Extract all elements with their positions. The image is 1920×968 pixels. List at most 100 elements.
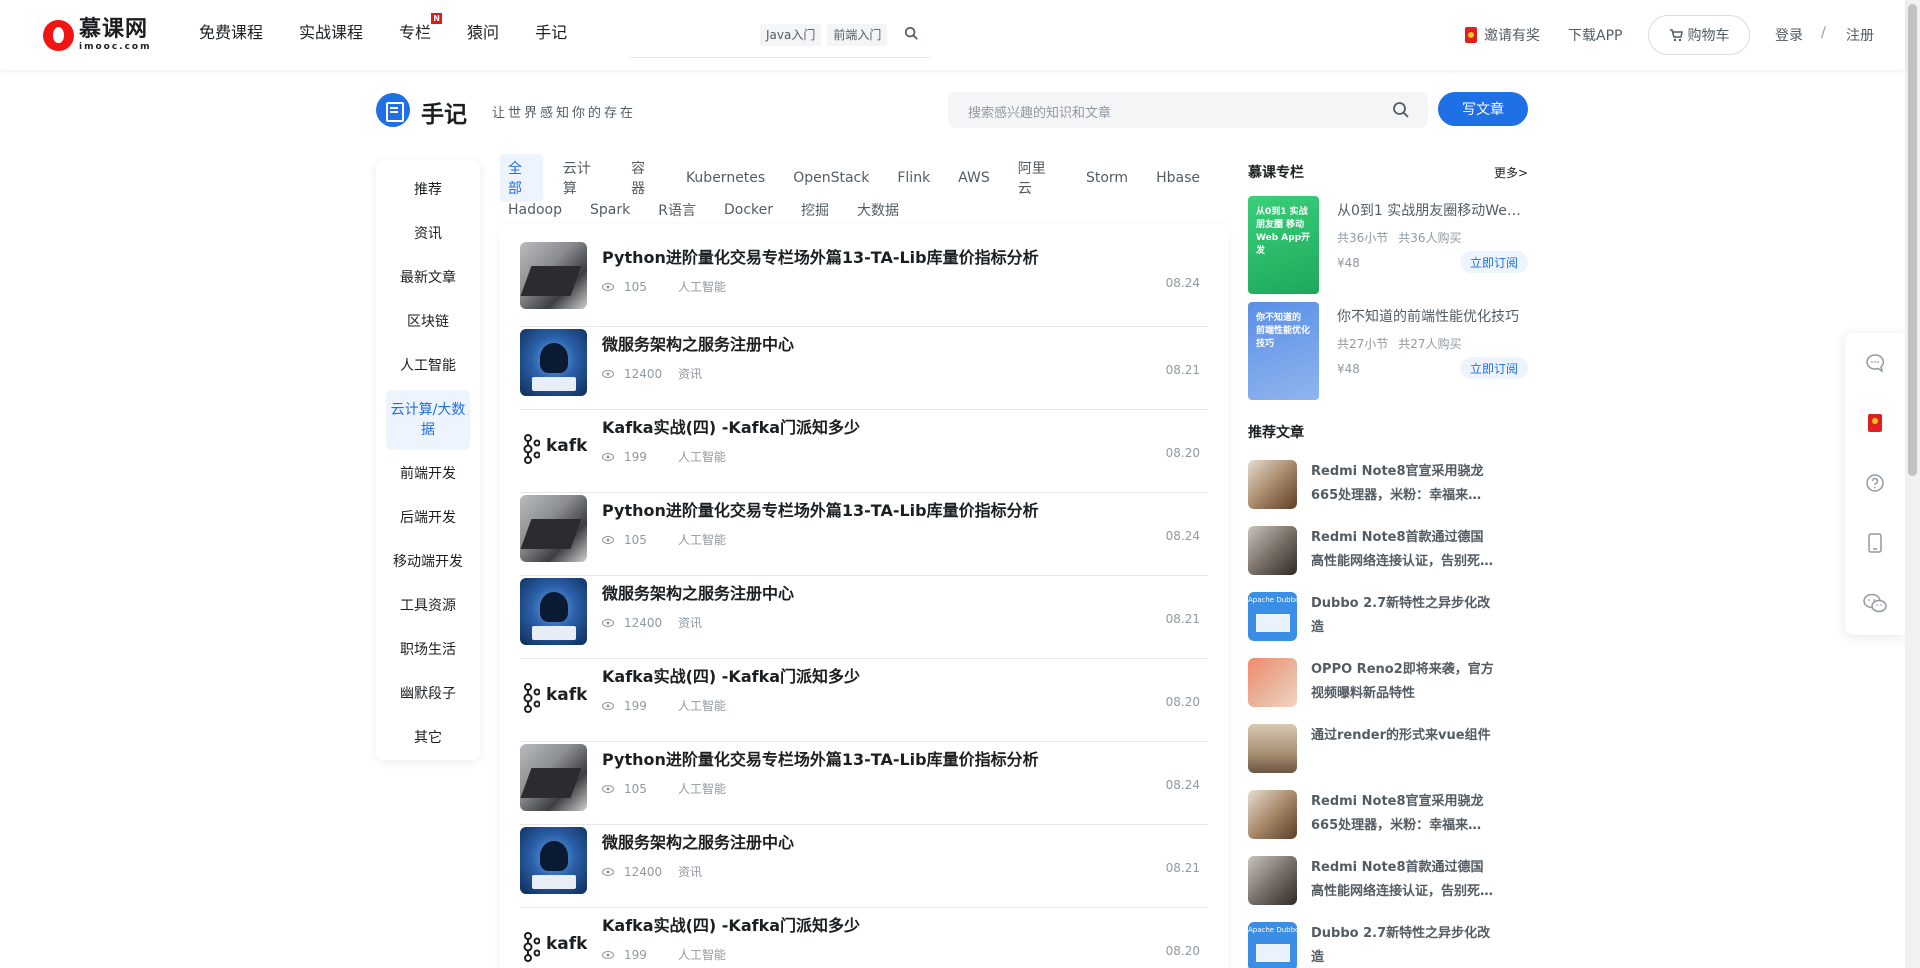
recommended-thumbnail[interactable]	[1248, 790, 1297, 839]
category-other[interactable]: 其它	[386, 716, 470, 760]
tag-openstack[interactable]: OpenStack	[785, 166, 877, 190]
article-category[interactable]: 人工智能	[678, 278, 726, 295]
column-cover[interactable]: 你不知道的 前端性能优化 技巧	[1248, 302, 1319, 400]
recommended-thumbnail[interactable]	[1248, 592, 1297, 641]
tag-aliyun[interactable]: 阿里云	[1010, 154, 1066, 202]
category-career[interactable]: 职场生活	[386, 628, 470, 672]
category-backend[interactable]: 后端开发	[386, 496, 470, 540]
feedback-button[interactable]	[1845, 333, 1905, 393]
article-item[interactable]: kafkc Kafka实战(四) -Kafka门派知多少 199 人工智能 08…	[520, 410, 1208, 493]
category-ai[interactable]: 人工智能	[386, 344, 470, 388]
recommended-item[interactable]: OPPO Reno2即将来袭，官方视频曝料新品特性	[1248, 648, 1528, 714]
wechat-button[interactable]	[1845, 573, 1905, 633]
recommended-thumbnail[interactable]	[1248, 658, 1297, 707]
tag-hadoop[interactable]: Hadoop	[500, 198, 570, 222]
recommended-title[interactable]: Dubbo 2.7新特性之异步化改造	[1311, 592, 1496, 640]
article-thumbnail[interactable]	[520, 827, 587, 894]
article-item[interactable]: kafkc Kafka实战(四) -Kafka门派知多少 199 人工智能 08…	[520, 659, 1208, 742]
search-icon[interactable]	[1392, 101, 1410, 119]
tag-storm[interactable]: Storm	[1078, 166, 1136, 190]
article-title[interactable]: 微服务架构之服务注册中心	[602, 829, 794, 853]
article-title[interactable]: Python进阶量化交易专栏场外篇13-TA-Lib库量价指标分析	[602, 244, 1039, 268]
article-title[interactable]: 微服务架构之服务注册中心	[602, 331, 794, 355]
search-icon[interactable]	[904, 26, 918, 40]
recommended-title[interactable]: 通过render的形式来vue组件	[1311, 724, 1496, 748]
recommended-thumbnail[interactable]	[1248, 724, 1297, 773]
article-category[interactable]: 资讯	[678, 863, 702, 880]
category-cloud-bigdata[interactable]: 云计算/大数据	[386, 390, 470, 450]
article-thumbnail[interactable]	[520, 578, 587, 645]
nav-practical-courses[interactable]: 实战课程	[299, 22, 363, 44]
more-columns-link[interactable]: 更多>	[1494, 164, 1528, 181]
article-item[interactable]: Python进阶量化交易专栏场外篇13-TA-Lib库量价指标分析 105 人工…	[520, 240, 1208, 327]
article-category[interactable]: 资讯	[678, 365, 702, 382]
article-title[interactable]: 微服务架构之服务注册中心	[602, 580, 794, 604]
write-article-button[interactable]: 写文章	[1438, 92, 1528, 126]
article-item[interactable]: 微服务架构之服务注册中心 12400 资讯 08.21	[520, 327, 1208, 410]
tag-container[interactable]: 容器	[623, 154, 666, 202]
article-thumbnail[interactable]	[520, 495, 587, 562]
tag-r[interactable]: R语言	[650, 196, 704, 224]
article-item[interactable]: 微服务架构之服务注册中心 12400 资讯 08.21	[520, 825, 1208, 908]
recommended-title[interactable]: Redmi Note8首款通过德国高性能网络连接认证，告别死…	[1311, 526, 1496, 574]
tag-all[interactable]: 全部	[500, 154, 543, 202]
article-item[interactable]: 微服务架构之服务注册中心 12400 资讯 08.21	[520, 576, 1208, 659]
article-category[interactable]: 人工智能	[678, 448, 726, 465]
article-title[interactable]: Kafka实战(四) -Kafka门派知多少	[602, 912, 860, 936]
nav-notes[interactable]: 手记	[535, 22, 567, 44]
help-button[interactable]	[1845, 453, 1905, 513]
recommended-thumbnail[interactable]	[1248, 526, 1297, 575]
invite-link[interactable]: 邀请有奖	[1465, 25, 1540, 45]
tag-docker[interactable]: Docker	[716, 198, 781, 222]
article-item[interactable]: kafkc Kafka实战(四) -Kafka门派知多少 199 人工智能 08…	[520, 908, 1208, 968]
article-title[interactable]: Python进阶量化交易专栏场外篇13-TA-Lib库量价指标分析	[602, 746, 1039, 770]
subscribe-button[interactable]: 立即订阅	[1460, 251, 1528, 273]
column-card[interactable]: 你不知道的 前端性能优化 技巧 你不知道的前端性能优化技巧 共27小节 共27人购…	[1248, 302, 1528, 400]
article-thumbnail[interactable]: kafkc	[520, 910, 587, 968]
tag-cloud[interactable]: 云计算	[555, 154, 611, 202]
recommended-title[interactable]: Redmi Note8官宣采用骁龙665处理器，米粉：幸福来…	[1311, 790, 1496, 838]
category-humor[interactable]: 幽默段子	[386, 672, 470, 716]
recommended-item[interactable]: Dubbo 2.7新特性之异步化改造	[1248, 912, 1528, 968]
recommended-item[interactable]: Redmi Note8首款通过德国高性能网络连接认证，告别死…	[1248, 846, 1528, 912]
subscribe-button[interactable]: 立即订阅	[1460, 357, 1528, 379]
category-latest[interactable]: 最新文章	[386, 256, 470, 300]
article-title[interactable]: Kafka实战(四) -Kafka门派知多少	[602, 414, 860, 438]
article-thumbnail[interactable]	[520, 744, 587, 811]
tag-spark[interactable]: Spark	[582, 198, 638, 222]
recommended-title[interactable]: Dubbo 2.7新特性之异步化改造	[1311, 922, 1496, 968]
article-search-input[interactable]: 搜索感兴趣的知识和文章	[948, 92, 1428, 128]
category-blockchain[interactable]: 区块链	[386, 300, 470, 344]
tag-aws[interactable]: AWS	[950, 166, 998, 190]
recommended-title[interactable]: Redmi Note8首款通过德国高性能网络连接认证，告别死…	[1311, 856, 1496, 904]
article-item[interactable]: Python进阶量化交易专栏场外篇13-TA-Lib库量价指标分析 105 人工…	[520, 493, 1208, 576]
download-app-link[interactable]: 下载APP	[1568, 25, 1622, 45]
mobile-app-button[interactable]	[1845, 513, 1905, 573]
tag-flink[interactable]: Flink	[889, 166, 938, 190]
recommended-thumbnail[interactable]	[1248, 856, 1297, 905]
recommended-thumbnail[interactable]	[1248, 922, 1297, 968]
login-link[interactable]: 登录	[1775, 25, 1803, 45]
recommended-title[interactable]: Redmi Note8官宣采用骁龙665处理器，米粉：幸福来…	[1311, 460, 1496, 508]
tag-kubernetes[interactable]: Kubernetes	[678, 166, 773, 190]
article-category[interactable]: 人工智能	[678, 531, 726, 548]
site-logo[interactable]: 慕课网 imooc.com	[43, 17, 151, 53]
category-recommend[interactable]: 推荐	[386, 168, 470, 212]
page-scrollbar[interactable]	[1905, 0, 1920, 968]
nav-free-courses[interactable]: 免费课程	[199, 22, 263, 44]
recommended-item[interactable]: Redmi Note8官宣采用骁龙665处理器，米粉：幸福来…	[1248, 780, 1528, 846]
category-news[interactable]: 资讯	[386, 212, 470, 256]
category-frontend[interactable]: 前端开发	[386, 452, 470, 496]
tag-hbase[interactable]: Hbase	[1148, 166, 1208, 190]
recommended-item[interactable]: Dubbo 2.7新特性之异步化改造	[1248, 582, 1528, 648]
nav-qa[interactable]: 猿问	[467, 22, 499, 44]
category-mobile[interactable]: 移动端开发	[386, 540, 470, 584]
column-card[interactable]: 从0到1 实战朋友圈 移动Web App开发 从0到1 实战朋友圈移动Web A…	[1248, 196, 1528, 294]
article-category[interactable]: 人工智能	[678, 780, 726, 797]
recommended-title[interactable]: OPPO Reno2即将来袭，官方视频曝料新品特性	[1311, 658, 1496, 706]
article-title[interactable]: Kafka实战(四) -Kafka门派知多少	[602, 663, 860, 687]
recommended-thumbnail[interactable]	[1248, 460, 1297, 509]
tag-mining[interactable]: 挖掘	[793, 196, 837, 224]
article-thumbnail[interactable]	[520, 329, 587, 396]
article-category[interactable]: 人工智能	[678, 697, 726, 714]
